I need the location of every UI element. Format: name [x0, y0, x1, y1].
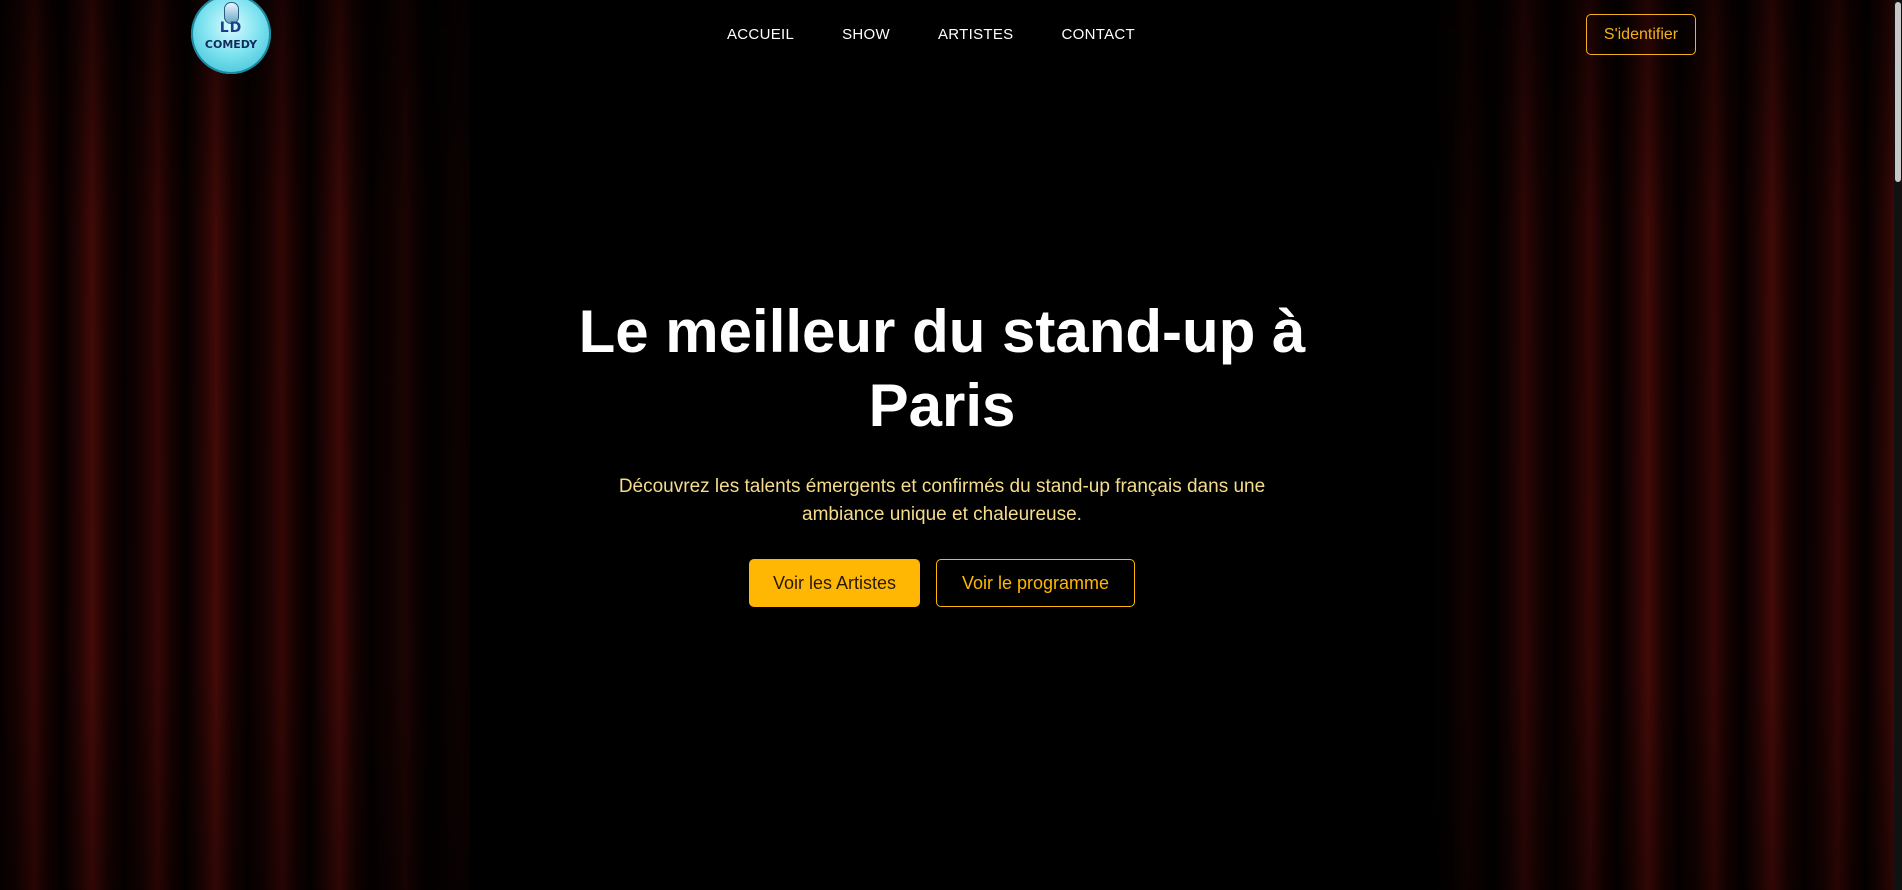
hero-subtitle: Découvrez les talents émergents et confi… — [582, 473, 1302, 529]
page-scrollbar[interactable] — [1894, 0, 1902, 890]
nav-item-artistes[interactable]: ARTISTES — [938, 26, 1013, 43]
hero-actions: Voir les Artistes Voir le programme — [540, 559, 1344, 607]
brand-logo[interactable]: LD COMEDY — [191, 0, 271, 74]
hero-subtitle-line-1: Découvrez les talents émergents et confi… — [618, 476, 1266, 497]
hero-subtitle-line-2: ambiance unique et chaleureuse. — [802, 504, 1082, 525]
hero-title-line-2: Paris — [868, 372, 1016, 439]
logo-text-top: LD — [219, 20, 243, 36]
page-background: LD COMEDY ACCUEIL SHOW ARTISTES CONTACT … — [0, 0, 1902, 890]
logo-text-bottom: COMEDY — [204, 38, 258, 51]
hero-section: Le meilleur du stand-up à Paris Découvre… — [540, 295, 1344, 607]
nav-item-contact[interactable]: CONTACT — [1061, 26, 1134, 43]
nav-item-accueil[interactable]: ACCUEIL — [727, 26, 794, 43]
main-nav: ACCUEIL SHOW ARTISTES CONTACT — [727, 26, 1135, 43]
view-program-button[interactable]: Voir le programme — [936, 559, 1135, 607]
scrollbar-thumb[interactable] — [1895, 2, 1901, 182]
hero-title-line-1: Le meilleur du stand-up à — [578, 298, 1306, 365]
login-button[interactable]: S'identifier — [1586, 14, 1696, 55]
hero-title: Le meilleur du stand-up à Paris — [540, 295, 1344, 443]
view-artists-button[interactable]: Voir les Artistes — [749, 559, 920, 607]
nav-item-show[interactable]: SHOW — [842, 26, 890, 43]
site-header: LD COMEDY ACCUEIL SHOW ARTISTES CONTACT … — [0, 0, 1902, 74]
